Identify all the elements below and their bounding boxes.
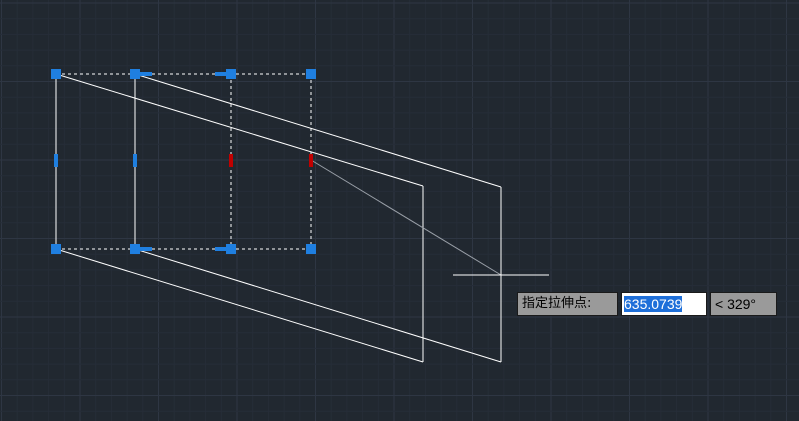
grip-midpoint-hot[interactable]	[229, 154, 233, 167]
grip-midpoint[interactable]	[133, 154, 137, 167]
grip-midpoint[interactable]	[140, 72, 152, 76]
grip-square[interactable]	[51, 69, 61, 79]
grip-midpoint-hot[interactable]	[309, 154, 313, 167]
grip-midpoint[interactable]	[215, 72, 227, 76]
grip-square[interactable]	[130, 244, 140, 254]
canvas-background	[0, 0, 799, 421]
dynamic-input-prompt: 指定拉伸点:	[517, 292, 618, 316]
grip-midpoint[interactable]	[54, 154, 58, 167]
distance-input[interactable]: 635.0739	[621, 292, 707, 316]
grip-square[interactable]	[226, 244, 236, 254]
grip-midpoint[interactable]	[140, 247, 152, 251]
grip-square[interactable]	[306, 69, 316, 79]
grip-square[interactable]	[226, 69, 236, 79]
angle-input[interactable]: < 329°	[710, 292, 777, 316]
drawing-canvas[interactable]	[0, 0, 799, 421]
grip-square[interactable]	[51, 244, 61, 254]
distance-input-value: 635.0739	[624, 296, 683, 312]
grip-square[interactable]	[130, 69, 140, 79]
grip-square[interactable]	[306, 244, 316, 254]
grip-midpoint[interactable]	[215, 247, 227, 251]
